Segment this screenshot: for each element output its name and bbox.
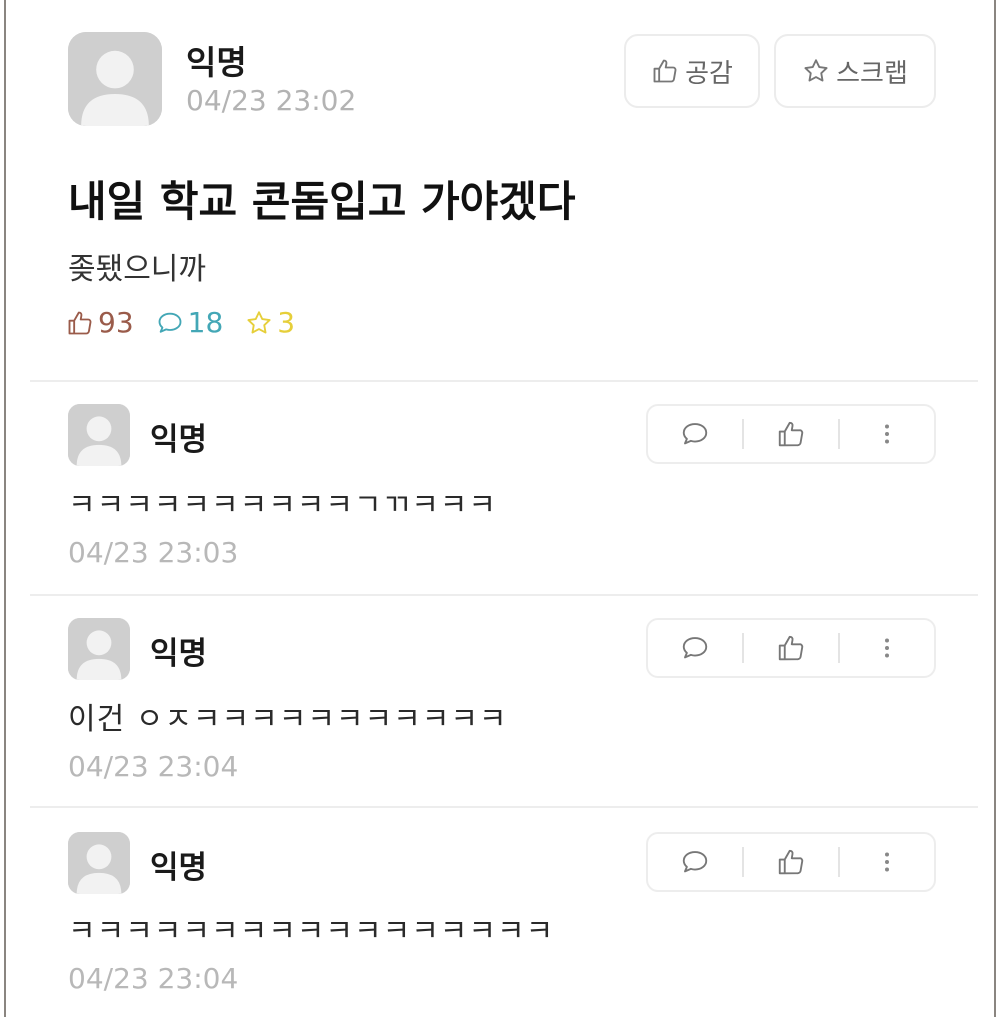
more-vertical-icon: [885, 638, 889, 658]
comment-actions: [646, 618, 936, 678]
like-button-label: 공감: [685, 58, 733, 89]
comment-author: 익명: [150, 422, 208, 458]
divider: [30, 594, 978, 596]
thumbs-up-icon: [778, 849, 804, 875]
more-button[interactable]: [840, 620, 934, 676]
comment-timestamp: 04/23 23:03: [68, 536, 239, 569]
comment-actions: [646, 832, 936, 892]
comment-timestamp: 04/23 23:04: [68, 750, 239, 783]
more-button[interactable]: [840, 834, 934, 890]
comment-like-button[interactable]: [744, 834, 838, 890]
post-timestamp: 04/23 23:02: [186, 84, 357, 117]
more-vertical-icon: [885, 424, 889, 444]
star-icon: [247, 310, 271, 333]
post-avatar[interactable]: [68, 32, 162, 126]
scrap-button[interactable]: 스크랩: [774, 34, 936, 108]
comment-text: 이건 ㅇㅈㅋㅋㅋㅋㅋㅋㅋㅋㅋㅋㅋ: [68, 702, 508, 737]
comment-actions: [646, 404, 936, 464]
comment-avatar[interactable]: [68, 404, 130, 466]
star-icon: [804, 59, 828, 82]
comment-text: ㅋㅋㅋㅋㅋㅋㅋㅋㅋㅋㅋㅋㅋㅋㅋㅋㅋ: [68, 914, 555, 949]
thumbs-up-icon: [778, 421, 804, 447]
like-count: 93: [66, 306, 134, 339]
thumbs-up-icon: [653, 59, 677, 83]
reply-button[interactable]: [648, 620, 742, 676]
comment-like-button[interactable]: [744, 406, 838, 462]
more-button[interactable]: [840, 406, 934, 462]
post-body: 좆됐으니까: [68, 252, 206, 287]
scrap-count: 3: [245, 306, 295, 339]
avatar-icon: [68, 404, 130, 466]
avatar-icon: [68, 832, 130, 894]
post-title: 내일 학교 콘돔입고 가야겠다: [68, 177, 576, 226]
comment-like-button[interactable]: [744, 620, 838, 676]
divider: [30, 806, 978, 808]
comment-author: 익명: [150, 636, 208, 672]
comment-icon: [682, 851, 708, 873]
comment-icon: [682, 637, 708, 659]
comment-count: 18: [156, 306, 224, 339]
thumbs-up-icon: [68, 311, 92, 334]
scrap-count-value: 3: [277, 306, 296, 339]
post-author: 익명: [186, 43, 247, 82]
comment-count-value: 18: [187, 306, 224, 339]
comment-avatar[interactable]: [68, 832, 130, 894]
comment-text: ㅋㅋㅋㅋㅋㅋㅋㅋㅋㅋㄱㄲㅋㅋㅋ: [68, 488, 497, 523]
comment-author: 익명: [150, 850, 208, 886]
thumbs-up-icon: [778, 635, 804, 661]
like-count-value: 93: [98, 306, 134, 339]
reply-button[interactable]: [648, 406, 742, 462]
comment-avatar[interactable]: [68, 618, 130, 680]
more-vertical-icon: [885, 852, 889, 872]
avatar-icon: [68, 618, 130, 680]
divider: [30, 380, 978, 382]
scrap-button-label: 스크랩: [836, 58, 908, 89]
avatar-icon: [68, 32, 162, 126]
like-button[interactable]: 공감: [624, 34, 760, 108]
reply-button[interactable]: [648, 834, 742, 890]
comment-icon: [682, 423, 708, 445]
post-stats: 93 18 3: [66, 306, 317, 339]
comment-icon: [158, 312, 182, 333]
comment-timestamp: 04/23 23:04: [68, 962, 239, 995]
